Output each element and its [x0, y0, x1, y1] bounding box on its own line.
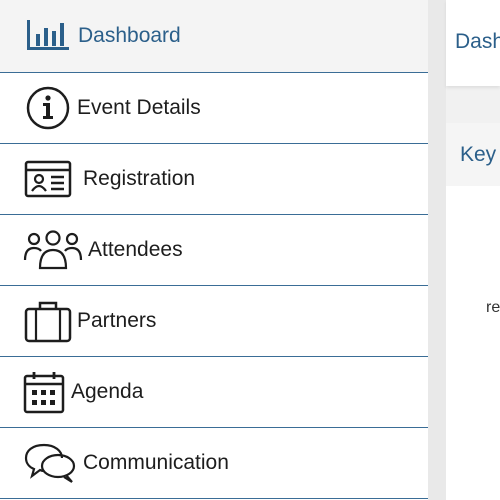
- sidebar-item-label: Communication: [83, 451, 229, 474]
- card-text-fragment: re: [486, 299, 500, 316]
- header-panel: Dash: [446, 0, 500, 86]
- sidebar-item-agenda[interactable]: Agenda: [0, 357, 428, 428]
- sidebar-item-label: Partners: [77, 309, 157, 332]
- people-group-icon: [23, 228, 83, 272]
- content-card: Key re p: [446, 123, 500, 500]
- bar-chart-icon: [24, 14, 72, 58]
- briefcase-icon: [24, 299, 72, 343]
- sidebar-item-registration[interactable]: Registration: [0, 144, 428, 215]
- page-title: Dash: [455, 30, 500, 53]
- sidebar-item-label: Registration: [83, 167, 196, 190]
- sidebar-item-label: Dashboard: [78, 24, 181, 47]
- sidebar-item-label: Event Details: [77, 96, 201, 119]
- card-title: Key: [460, 143, 497, 166]
- card-header: Key: [446, 123, 500, 186]
- calendar-icon: [22, 370, 66, 414]
- sidebar-item-communication[interactable]: Communication: [0, 428, 428, 499]
- sidebar-nav: Dashboard Event Details Registration Att…: [0, 0, 428, 500]
- info-circle-icon: [24, 86, 72, 130]
- sidebar-item-label: Agenda: [71, 380, 144, 403]
- sidebar-item-event-details[interactable]: Event Details: [0, 73, 428, 144]
- sidebar-item-label: Attendees: [88, 238, 183, 261]
- card-text-fragment: p: [490, 495, 498, 500]
- sidebar-item-partners[interactable]: Partners: [0, 286, 428, 357]
- chat-bubbles-icon: [24, 441, 78, 485]
- sidebar-item-dashboard[interactable]: Dashboard: [0, 0, 428, 73]
- id-card-icon: [24, 157, 72, 201]
- sidebar-divider: [428, 0, 446, 500]
- sidebar-item-attendees[interactable]: Attendees: [0, 215, 428, 286]
